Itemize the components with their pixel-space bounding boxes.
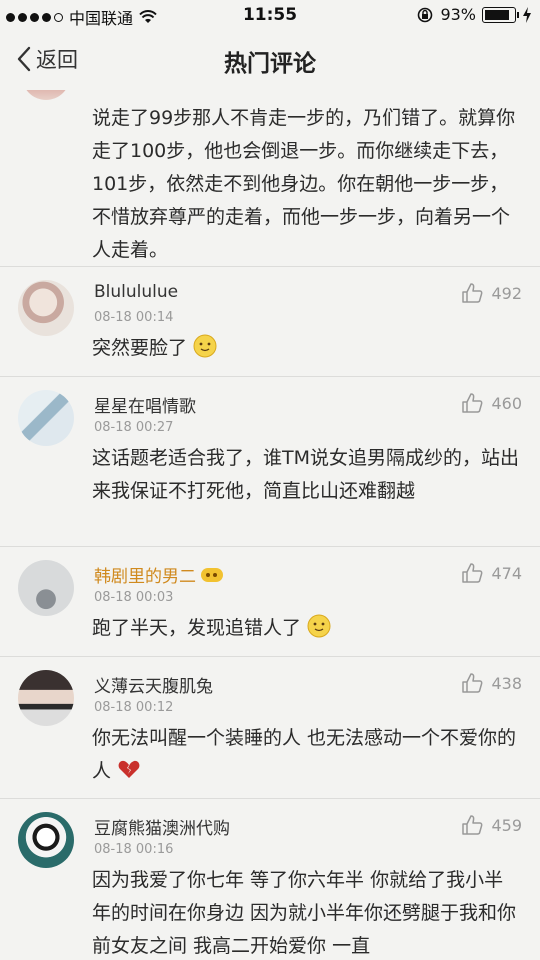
thumbs-up-icon — [462, 563, 483, 583]
timestamp: 08-18 00:03 — [94, 590, 174, 605]
thumbs-up-icon — [462, 815, 483, 835]
cute-face-emoji — [307, 614, 331, 638]
page-title: 热门评论 — [224, 51, 316, 77]
like-count: 460 — [491, 393, 522, 413]
like-button[interactable]: 474 — [461, 562, 522, 584]
like-button[interactable]: 492 — [461, 282, 522, 304]
like-button[interactable]: 459 — [461, 814, 522, 836]
vip-badge-icon — [201, 567, 223, 582]
avatar[interactable] — [18, 390, 74, 446]
like-count: 459 — [491, 815, 522, 835]
like-count: 438 — [491, 673, 522, 693]
comment-text-content: 跑了半天，发现追错人了 — [92, 617, 302, 639]
status-bar: 中国联通 11:55 93% — [0, 0, 540, 30]
username-text: 韩剧里的男二 — [94, 567, 196, 587]
charging-bolt-icon — [523, 6, 531, 23]
comment-item[interactable]: 星星在唱情歌 08-18 00:27 460 这话题老适合我了，谁TM说女追男隔… — [0, 376, 540, 547]
comment-text-content: 你无法叫醒一个装睡的人 也无法感动一个不爱你的人 — [92, 727, 517, 782]
like-button[interactable]: 438 — [461, 672, 522, 694]
username[interactable]: 韩剧里的男二 — [94, 562, 224, 587]
timestamp: 08-18 00:12 — [94, 700, 174, 715]
timestamp: 08-18 00:14 — [94, 310, 174, 325]
comment-text: 这话题老适合我了，谁TM说女追男隔成纱的，站出来我保证不打死他，简直比山还难翻越 — [92, 447, 520, 502]
battery-level-fill — [485, 9, 510, 20]
like-count: 474 — [491, 563, 522, 583]
comment-text: 你无法叫醒一个装睡的人 也无法感动一个不爱你的人 — [92, 722, 522, 788]
comment-text: 突然要脸了 — [92, 332, 522, 365]
avatar[interactable] — [18, 812, 74, 868]
comment-text: 说走了99步那人不肯走一步的，乃们错了。就算你走了100步，他也会倒退一步。而你… — [92, 107, 516, 261]
avatar[interactable] — [18, 560, 74, 616]
username[interactable]: Blulululue — [94, 282, 178, 302]
comment-item[interactable]: 韩剧里的男二 08-18 00:03 474 跑了半天，发现追错人了 — [0, 546, 540, 657]
timestamp: 08-18 00:27 — [94, 420, 174, 435]
broken-heart-emoji — [118, 760, 140, 778]
battery-icon — [482, 6, 519, 23]
like-button[interactable]: 460 — [461, 392, 522, 414]
comment-text: 跑了半天，发现追错人了 — [92, 612, 522, 645]
avatar[interactable] — [18, 280, 74, 336]
comment-item[interactable]: Blulululue 08-18 00:14 492 突然要脸了 — [0, 266, 540, 377]
comment-text-content: 突然要脸了 — [92, 337, 188, 359]
navigation-bar: 返回 热门评论 — [0, 30, 540, 90]
comment-item[interactable]: 豆腐熊猫澳洲代购 08-18 00:16 459 因为我爱了你七年 等了你六年半… — [0, 798, 540, 960]
username[interactable]: 义薄云天腹肌兔 — [94, 672, 213, 697]
thumbs-up-icon — [462, 393, 483, 413]
thumbs-up-icon — [462, 283, 483, 303]
username[interactable]: 豆腐熊猫澳洲代购 — [94, 814, 230, 839]
comment-item[interactable]: 义薄云天腹肌兔 08-18 00:12 438 你无法叫醒一个装睡的人 也无法感… — [0, 656, 540, 799]
avatar — [22, 90, 70, 100]
comment-feed[interactable]: 说走了99步那人不肯走一步的，乃们错了。就算你走了100步，他也会倒退一步。而你… — [0, 90, 540, 960]
status-right: 93% — [416, 5, 532, 24]
like-count: 492 — [491, 283, 522, 303]
thumbs-up-icon — [462, 673, 483, 693]
battery-percent: 93% — [440, 5, 476, 24]
avatar[interactable] — [18, 670, 74, 726]
comment-item-top[interactable]: 说走了99步那人不肯走一步的，乃们错了。就算你走了100步，他也会倒退一步。而你… — [0, 90, 540, 267]
cute-face-emoji — [193, 334, 217, 358]
comment-text: 因为我爱了你七年 等了你六年半 你就给了我小半年的时间在你身边 因为就小半年你还… — [92, 869, 517, 957]
username[interactable]: 星星在唱情歌 — [94, 392, 196, 417]
timestamp: 08-18 00:16 — [94, 842, 174, 857]
rotation-lock-icon — [418, 7, 433, 22]
